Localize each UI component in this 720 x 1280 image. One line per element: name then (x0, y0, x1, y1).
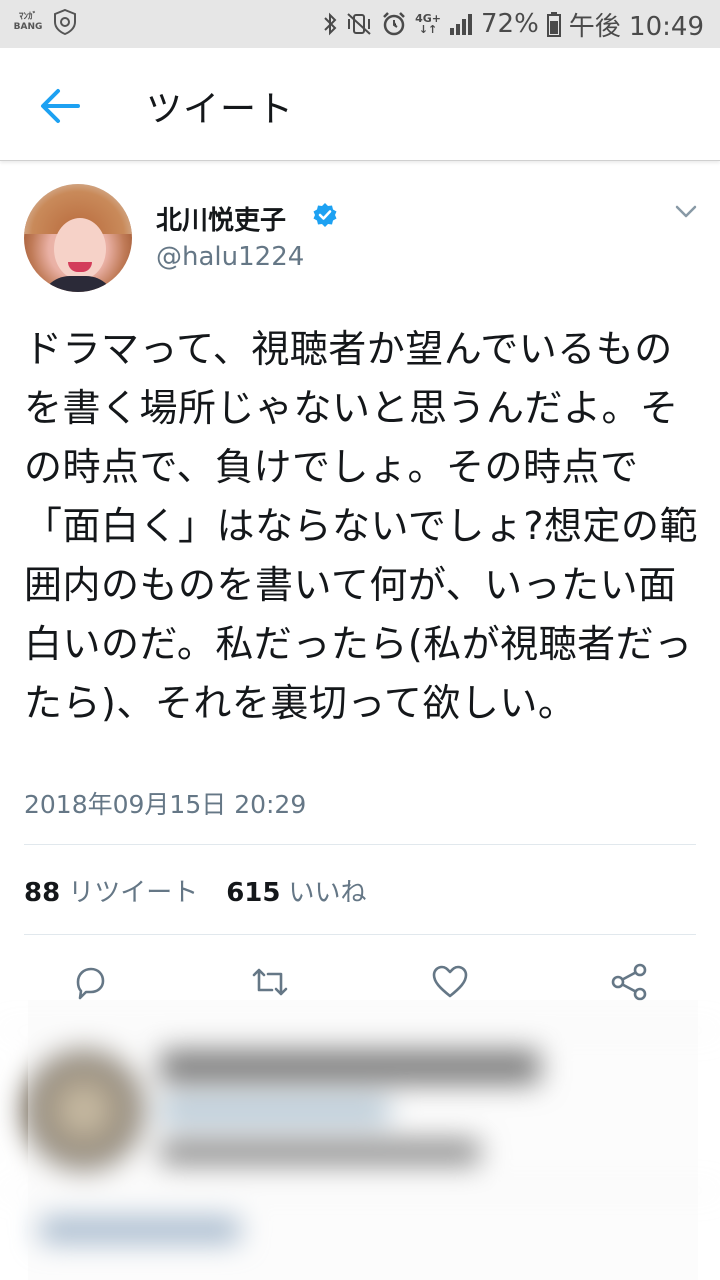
like-count[interactable]: 615 (226, 878, 280, 908)
clock: 午後 10:49 (568, 11, 704, 42)
status-right: 4G+ ↓↑ 72% 午後 10:49 (323, 6, 704, 42)
reply-icon[interactable] (70, 962, 110, 1002)
network-type: 4G+ ↓↑ (415, 13, 441, 35)
like-icon[interactable] (430, 962, 470, 1002)
share-icon[interactable] (610, 962, 650, 1002)
avatar[interactable] (24, 184, 132, 292)
verified-badge-icon (313, 203, 337, 227)
tweet-stats: 88 リツイート 615 いいね (24, 872, 387, 909)
battery-percent: 72% (481, 9, 539, 39)
retweet-label[interactable]: リツイート (68, 872, 198, 909)
shield-icon (54, 9, 76, 35)
battery-icon (546, 12, 561, 37)
bluetooth-icon (324, 12, 337, 36)
author-name[interactable]: 北川悦吏子 (156, 200, 286, 237)
signal-icon (450, 14, 472, 35)
avatar-shirt (40, 276, 116, 292)
data-arrows-icon: ↓↑ (418, 23, 438, 36)
page-title: ツイート (146, 89, 295, 130)
status-bar: ﾏﾝｶﾞ BANG 4G+ ↓↑ 72% 午後 10:49 (0, 0, 720, 48)
app-header: ツイート (0, 48, 720, 161)
app-badge-line1: ﾏﾝｶﾞ (18, 12, 37, 22)
frost-overlay (28, 1000, 698, 1280)
divider (24, 934, 696, 935)
manga-bang-app-icon: ﾏﾝｶﾞ BANG (12, 8, 44, 36)
alarm-icon (383, 12, 405, 36)
vibrate-mute-icon (347, 13, 371, 35)
retweet-count[interactable]: 88 (24, 878, 60, 908)
like-label[interactable]: いいね (288, 872, 366, 909)
tweet-text: ドラマって、視聴者か望んでいるものを書く場所じゃないと思うんだよ。その時点で、負… (24, 327, 699, 725)
arrow-left-icon[interactable] (36, 84, 84, 128)
retweet-icon[interactable] (250, 962, 290, 1002)
author-handle[interactable]: @halu1224 (156, 242, 304, 272)
divider (24, 844, 696, 845)
status-left: ﾏﾝｶﾞ BANG (12, 8, 76, 36)
tweet-timestamp: 2018年09月15日 20:29 (24, 790, 307, 819)
chevron-down-icon[interactable] (674, 204, 698, 220)
blurred-reply-area (0, 1000, 720, 1280)
app-badge-line2: BANG (13, 22, 43, 32)
